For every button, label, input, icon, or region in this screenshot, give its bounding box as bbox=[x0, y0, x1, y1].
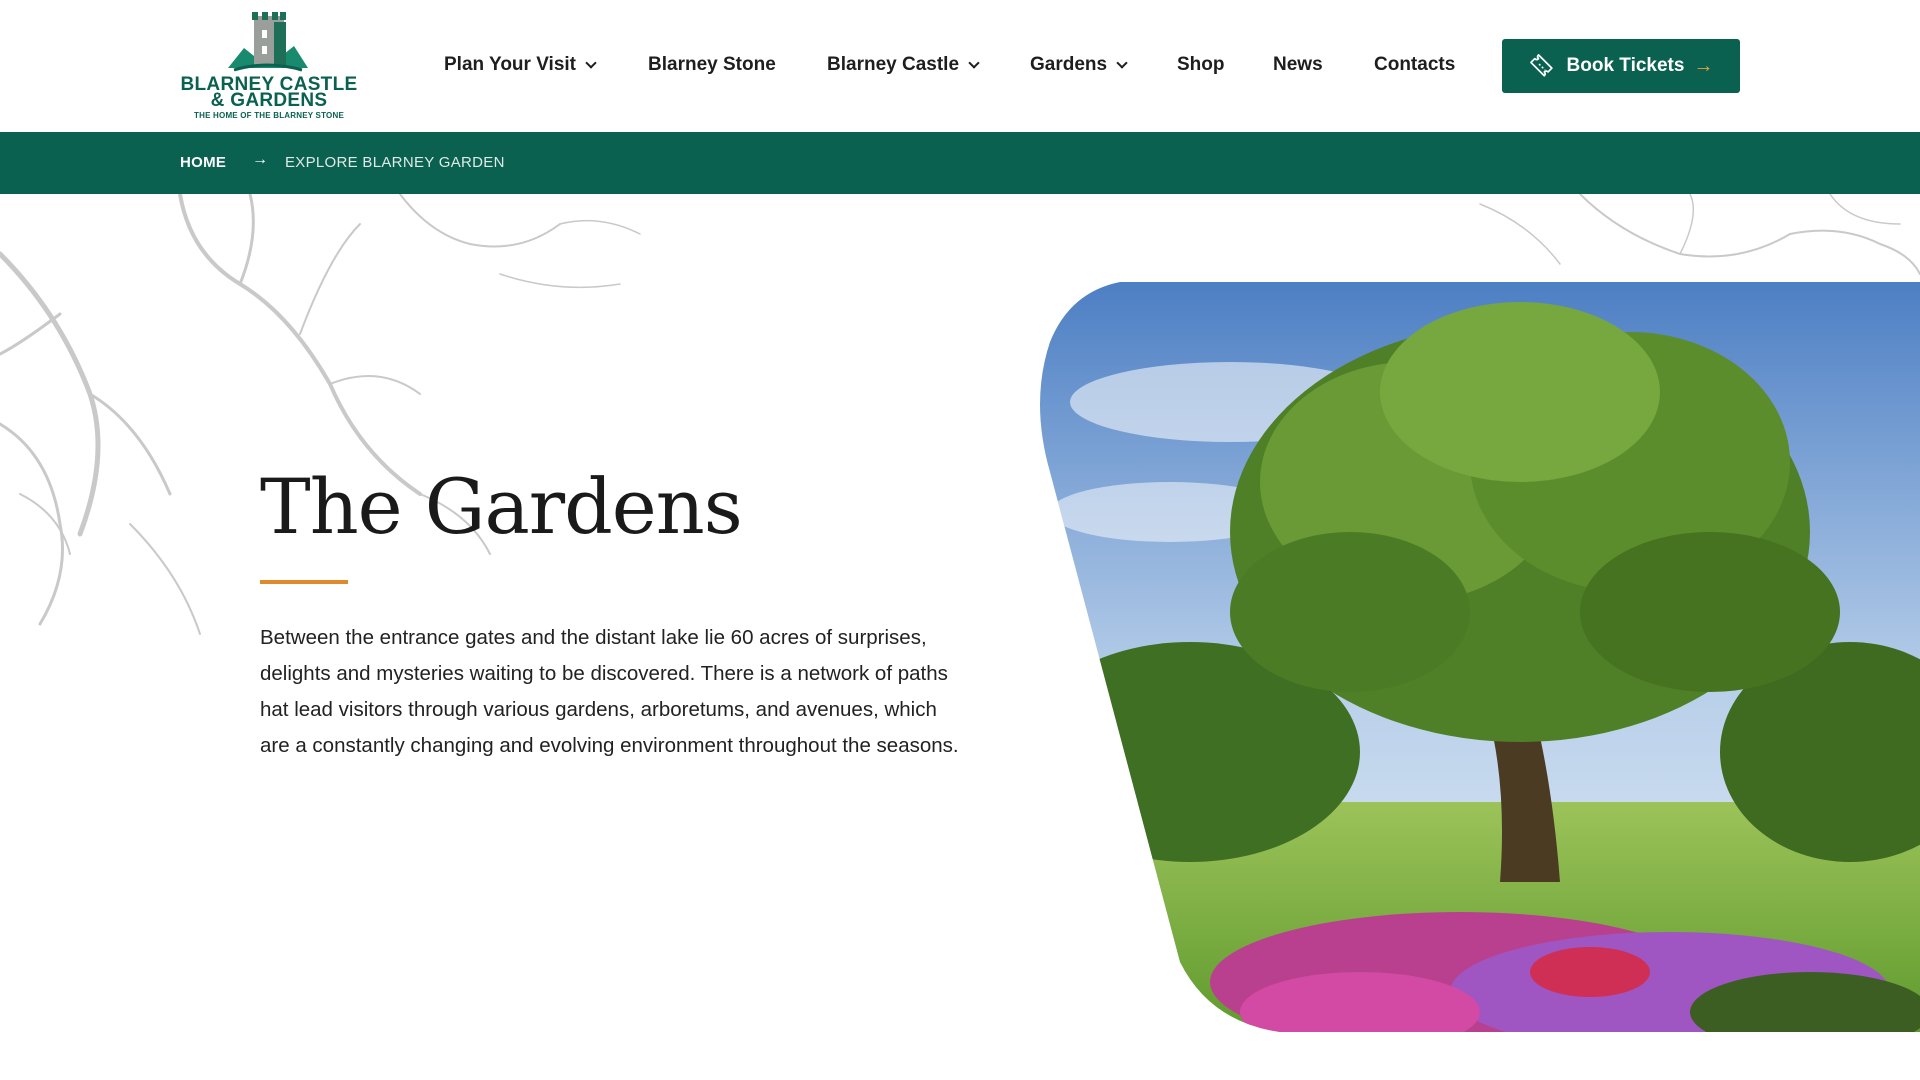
nav-label: Contacts bbox=[1374, 54, 1456, 75]
title-underline bbox=[260, 580, 348, 584]
nav-label: Shop bbox=[1177, 54, 1225, 75]
chevron-down-icon bbox=[1116, 56, 1128, 69]
chevron-down-icon bbox=[968, 56, 980, 69]
nav-plan-your-visit[interactable]: Plan Your Visit bbox=[444, 54, 597, 76]
arrow-right-icon: → bbox=[1693, 54, 1714, 77]
castle-logo-icon bbox=[228, 12, 308, 72]
nav-contacts[interactable]: Contacts bbox=[1374, 54, 1455, 76]
logo-name-line2: & GARDENS bbox=[210, 90, 328, 111]
nav-label: Blarney Stone bbox=[648, 54, 776, 75]
nav-label: Gardens bbox=[1030, 54, 1108, 75]
site-header: BLARNEY CASTLE & GARDENS THE HOME OF THE… bbox=[0, 0, 1920, 132]
breadcrumb-current: EXPLORE BLARNEY GARDEN bbox=[285, 154, 505, 171]
nav-label: News bbox=[1273, 54, 1323, 75]
nav-gardens[interactable]: Gardens bbox=[1030, 54, 1128, 76]
garden-tree-photo bbox=[1040, 282, 1920, 1032]
ticket-icon bbox=[1529, 53, 1553, 77]
breadcrumb-separator-icon: → bbox=[252, 151, 268, 168]
chevron-down-icon bbox=[585, 56, 597, 69]
breadcrumb: HOME → EXPLORE BLARNEY GARDEN bbox=[0, 132, 1920, 194]
site-logo[interactable]: BLARNEY CASTLE & GARDENS THE HOME OF THE… bbox=[178, 10, 360, 122]
book-tickets-label: Book Tickets bbox=[1566, 55, 1685, 76]
logo-tagline: THE HOME OF THE BLARNEY STONE bbox=[194, 111, 344, 120]
nav-blarney-stone[interactable]: Blarney Stone bbox=[648, 54, 776, 76]
nav-shop[interactable]: Shop bbox=[1177, 54, 1225, 76]
nav-news[interactable]: News bbox=[1273, 54, 1323, 76]
nav-label: Blarney Castle bbox=[827, 54, 960, 75]
breadcrumb-home-link[interactable]: HOME bbox=[180, 154, 226, 171]
intro-paragraph: Between the entrance gates and the dista… bbox=[260, 626, 959, 757]
page-title: The Gardens bbox=[260, 462, 743, 551]
book-tickets-button[interactable]: Book Tickets → bbox=[1502, 39, 1740, 93]
nav-blarney-castle[interactable]: Blarney Castle bbox=[827, 54, 980, 76]
nav-label: Plan Your Visit bbox=[444, 54, 576, 75]
